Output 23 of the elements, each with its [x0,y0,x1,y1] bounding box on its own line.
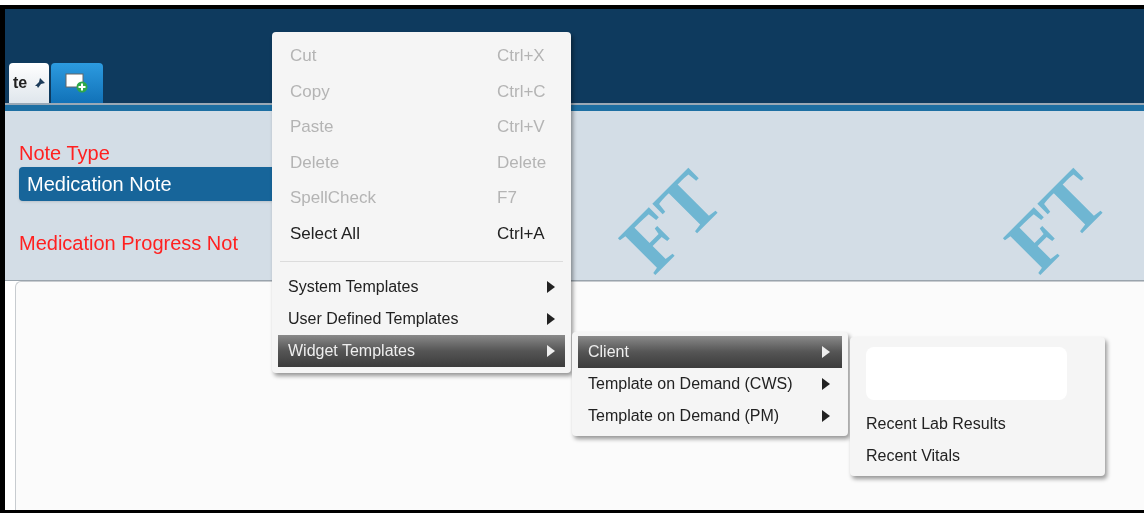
menu-item[interactable]: Recent Vitals [866,440,960,472]
submenu-arrow-icon [547,280,555,293]
submenu-item[interactable]: Widget Templates [278,334,565,367]
submenu-item[interactable]: System Templates [278,270,565,303]
field-label: Medication Progress Not [19,231,239,255]
new-tab-button[interactable] [51,63,104,103]
submenu-item[interactable]: Template on Demand (CWS) [578,368,842,400]
menu-item[interactable]: Recent Lab Results [866,408,1006,440]
draft-watermark: FT [606,156,736,280]
submenu-arrow-icon [547,312,555,325]
pin-icon [35,78,46,88]
draft-watermark: FT [991,156,1121,280]
submenu-arrow-icon [547,344,555,357]
field-label: Note Type [19,141,110,165]
submenu-arrow-icon [822,346,830,358]
submenu-item[interactable]: User Defined Templates [278,302,565,335]
add-note-icon [65,73,90,93]
submenu-item[interactable]: Template on Demand (PM) [578,400,842,432]
submenu-arrow-icon [822,410,830,422]
menu-item[interactable]: Select All Ctrl+A [278,215,565,252]
submenu-item[interactable]: Client [578,336,842,368]
note-tab[interactable]: te [9,63,50,103]
submenu-arrow-icon [822,378,830,390]
